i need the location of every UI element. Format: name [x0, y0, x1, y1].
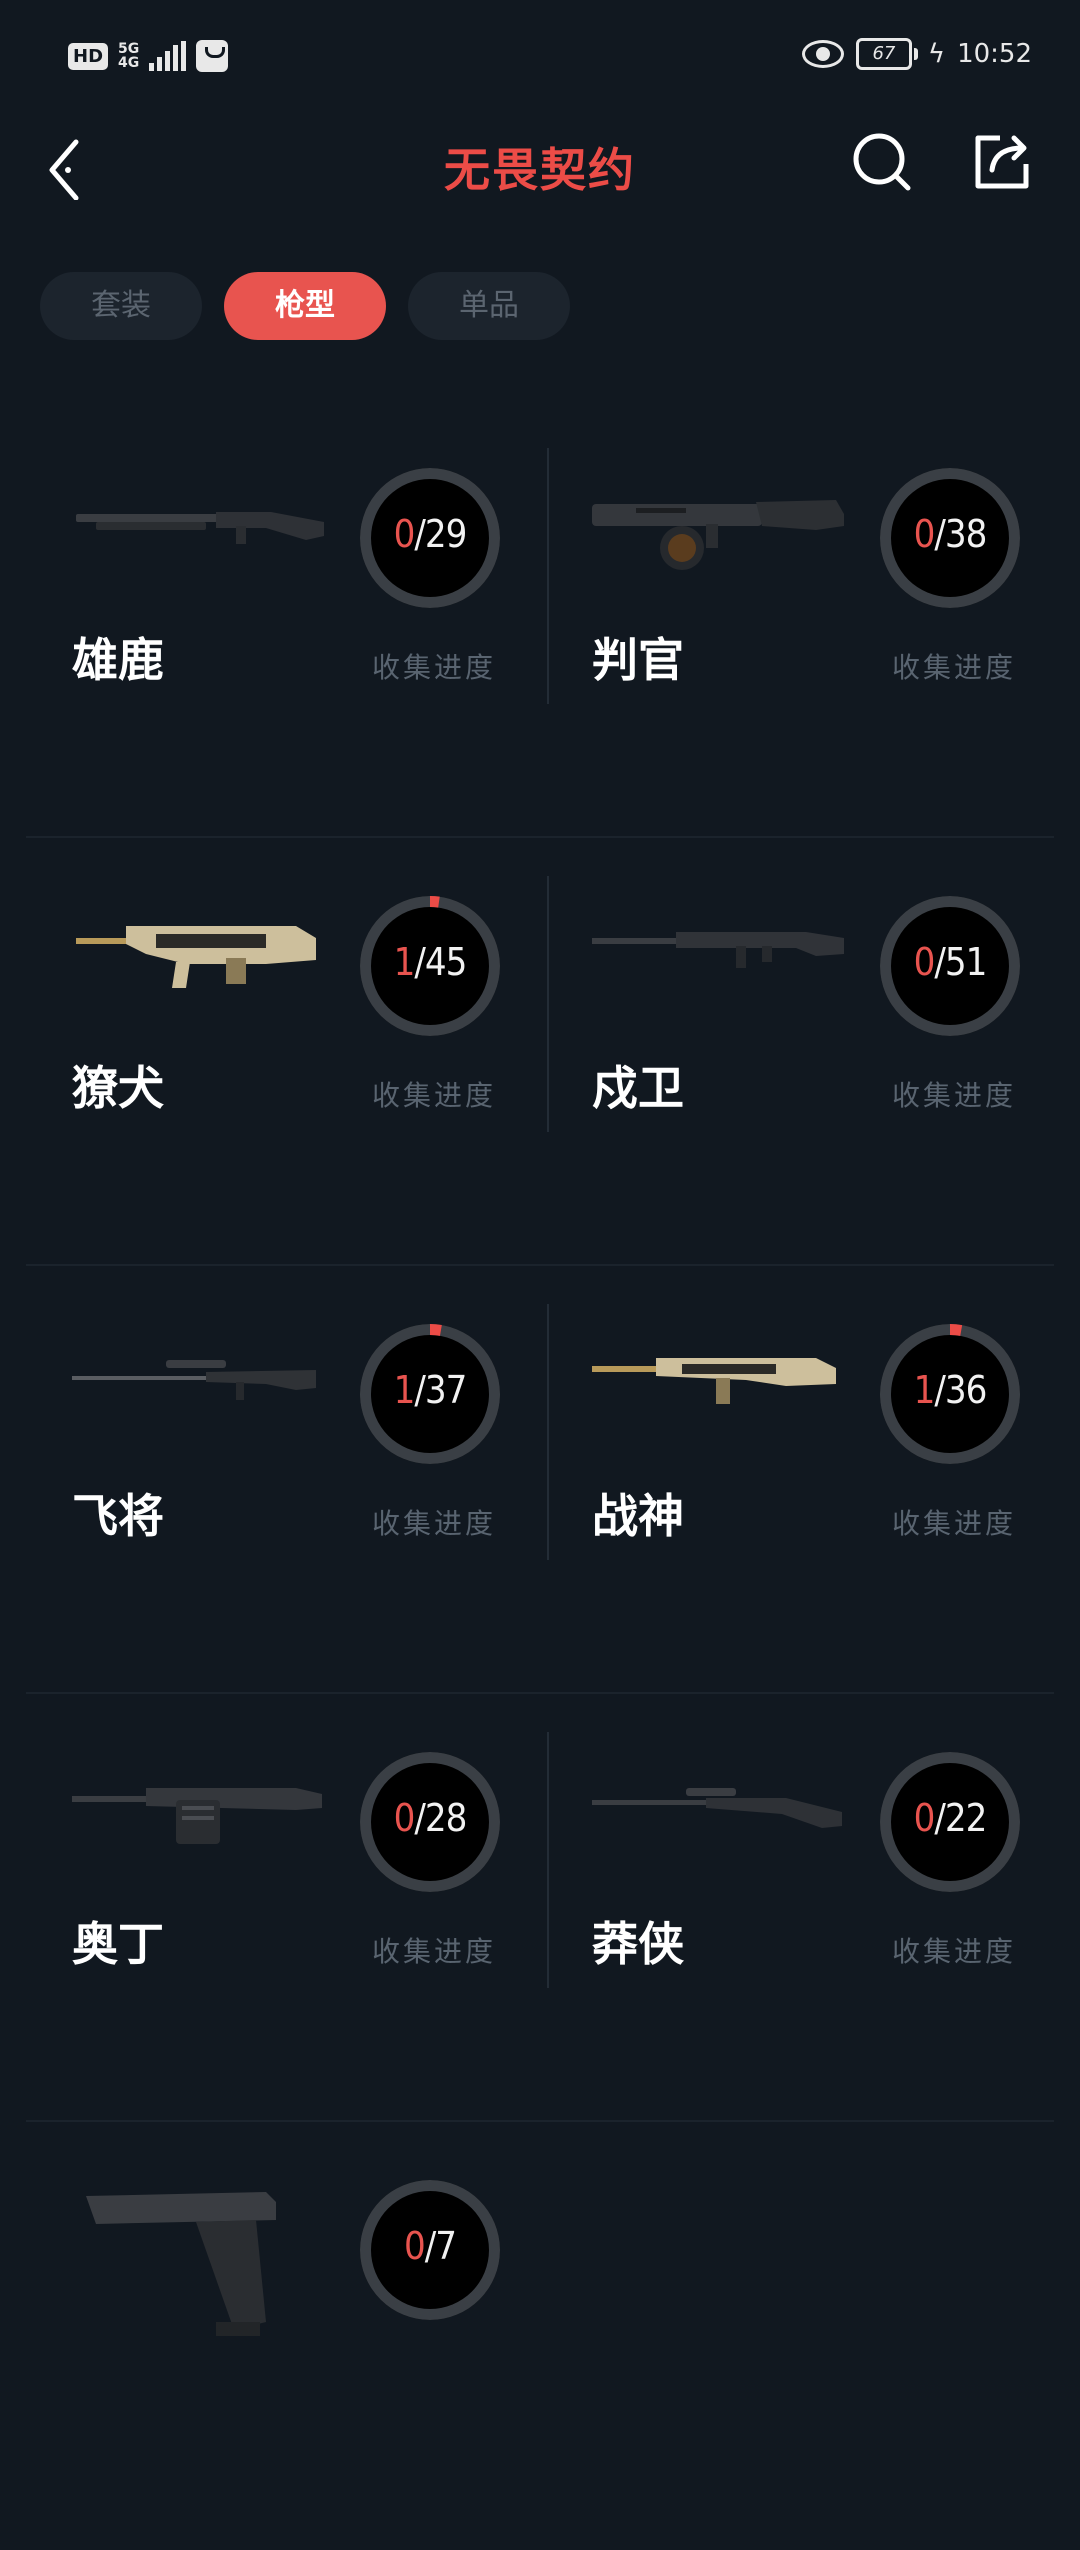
weapon-name: 飞将 — [72, 1489, 164, 1543]
collection-count: 0/29 — [393, 512, 468, 556]
status-bar: HD 5G 4G 67 ϟ 10:52 — [0, 0, 1080, 120]
search-icon — [853, 133, 911, 191]
weapon-name: 雄鹿 — [72, 633, 164, 687]
shopping-bag-icon — [196, 40, 229, 72]
page-title: 无畏契约 — [444, 143, 636, 197]
weapon-card[interactable]: 0/28 奥丁 收集进度 — [26, 1694, 540, 2122]
weapon-card[interactable]: 0/51 戍卫 收集进度 — [546, 838, 1060, 1266]
search-button[interactable] — [850, 130, 914, 194]
rifle-icon — [592, 932, 844, 968]
collection-count: 0/28 — [393, 1796, 468, 1840]
collection-progress-ring: 0/38 — [880, 468, 1020, 608]
scoped-rifle-icon — [592, 1788, 842, 1828]
progress-label: 收集进度 — [372, 1935, 497, 1968]
tab-outfits[interactable]: 套装 — [40, 272, 202, 340]
weapon-grid: 0/29 雄鹿 收集进度 0/38 判官 收集进度 1/45 獠犬 收集进度 0… — [26, 410, 1054, 2550]
progress-label: 收集进度 — [892, 1079, 1017, 1112]
weapon-card[interactable]: 0/38 判官 收集进度 — [546, 410, 1060, 838]
drum-shotgun-icon — [592, 500, 844, 570]
share-icon — [975, 135, 1029, 189]
collection-progress-ring: 0/28 — [360, 1752, 500, 1892]
sniper-icon — [72, 1360, 316, 1400]
weapon-name: 奥丁 — [72, 1917, 164, 1971]
network-type: 5G 4G — [118, 41, 140, 71]
weapon-name: 戍卫 — [592, 1061, 684, 1115]
weapon-row: 1/37 飞将 收集进度 1/36 战神 收集进度 — [26, 1266, 1054, 1694]
weapon-name: 莽侠 — [592, 1917, 684, 1971]
progress-label: 收集进度 — [892, 1935, 1017, 1968]
collection-progress-ring: 1/45 — [360, 896, 500, 1036]
progress-label: 收集进度 — [372, 1079, 497, 1112]
collection-count: 0/7 — [403, 2224, 457, 2268]
collection-progress-ring: 0/51 — [880, 896, 1020, 1036]
weapon-card[interactable]: 0/29 雄鹿 收集进度 — [26, 410, 540, 838]
collection-progress-ring: 0/7 — [360, 2180, 500, 2320]
collection-progress-ring: 0/22 — [880, 1752, 1020, 1892]
collection-count: 0/38 — [913, 512, 988, 556]
eye-icon — [801, 40, 844, 68]
clock: 10:52 — [957, 39, 1032, 69]
weapon-row: 1/45 獠犬 收集进度 0/51 戍卫 收集进度 — [26, 838, 1054, 1266]
tab-gun-types[interactable]: 枪型 — [224, 272, 386, 340]
progress-label: 收集进度 — [372, 1507, 497, 1540]
weapon-name: 獠犬 — [72, 1061, 164, 1115]
share-button[interactable] — [970, 130, 1034, 194]
light-machine-gun-icon — [592, 1358, 836, 1404]
pistol-icon — [86, 2192, 276, 2336]
collection-count: 0/51 — [913, 940, 988, 984]
hd-indicator: HD — [68, 42, 109, 70]
collection-count: 1/45 — [393, 940, 468, 984]
smg-icon — [76, 926, 316, 988]
weapon-name: 判官 — [592, 633, 684, 687]
weapon-row: 0/29 雄鹿 收集进度 0/38 判官 收集进度 — [26, 410, 1054, 838]
collection-count: 1/37 — [393, 1368, 468, 1412]
app-header: 无畏契约 — [0, 120, 1080, 206]
weapon-card[interactable]: 1/45 獠犬 收集进度 — [26, 838, 540, 1266]
weapon-card[interactable]: 1/36 战神 收集进度 — [546, 1266, 1060, 1694]
collection-progress-ring: 1/37 — [360, 1324, 500, 1464]
collection-progress-ring: 1/36 — [880, 1324, 1020, 1464]
signal-icon — [149, 41, 187, 71]
collection-count: 1/36 — [913, 1368, 988, 1412]
battery-indicator: 67 — [855, 38, 918, 70]
weapon-name: 战神 — [592, 1489, 684, 1543]
weapon-card[interactable]: 1/37 飞将 收集进度 — [26, 1266, 540, 1694]
weapon-row: 0/7 — [26, 2122, 1054, 2550]
progress-label: 收集进度 — [892, 1507, 1017, 1540]
collection-count: 0/22 — [913, 1796, 988, 1840]
shotgun-icon — [76, 512, 324, 544]
weapon-card[interactable]: 0/7 — [26, 2122, 540, 2550]
collection-progress-ring: 0/29 — [360, 468, 500, 608]
charging-icon: ϟ — [927, 39, 946, 69]
weapon-row: 0/28 奥丁 收集进度 0/22 莽侠 收集进度 — [26, 1694, 1054, 2122]
tab-single-items[interactable]: 单品 — [408, 272, 570, 340]
progress-label: 收集进度 — [892, 651, 1017, 684]
weapon-card[interactable]: 0/22 莽侠 收集进度 — [546, 1694, 1060, 2122]
progress-label: 收集进度 — [372, 651, 497, 684]
category-tabs: 套装 枪型 单品 — [40, 272, 570, 340]
heavy-machine-gun-icon — [72, 1788, 322, 1844]
